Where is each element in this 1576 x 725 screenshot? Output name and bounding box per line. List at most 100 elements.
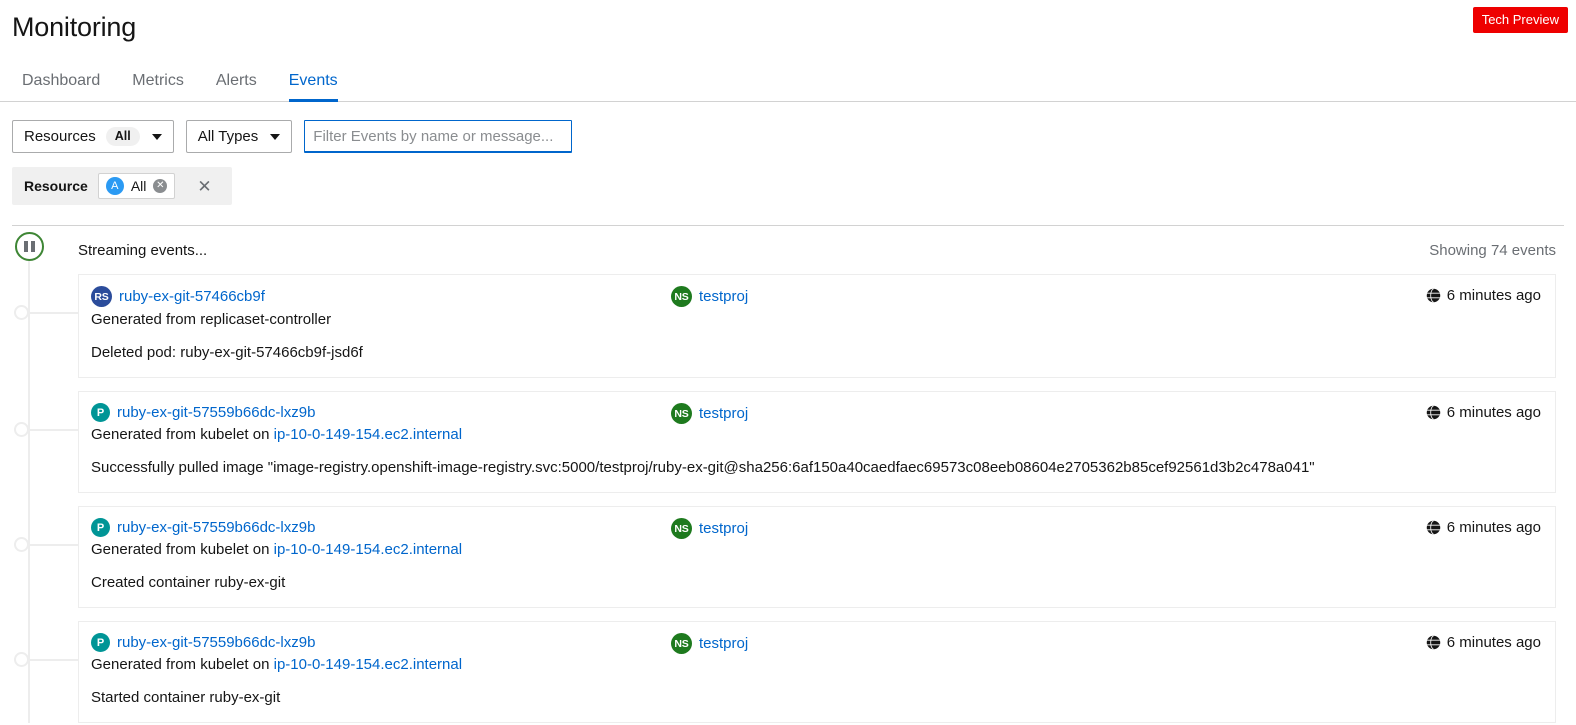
resources-dropdown-count: All xyxy=(105,127,140,146)
event-message: Successfully pulled image "image-registr… xyxy=(91,459,1315,476)
pod-kind-icon: P xyxy=(91,403,110,422)
resources-dropdown[interactable]: Resources All xyxy=(12,120,174,153)
tab-alerts[interactable]: Alerts xyxy=(200,72,273,101)
event-subject: P ruby-ex-git-57559b66dc-lxz9b Generated… xyxy=(91,403,671,445)
event-source-text: Generated from kubelet on xyxy=(91,656,274,673)
event-namespace: NS testproj xyxy=(671,403,1426,424)
stream-header: Streaming events... Showing 74 events xyxy=(0,226,1576,274)
timeline-connector xyxy=(29,429,78,431)
event-namespace: NS testproj xyxy=(671,286,1426,307)
event-namespace-link[interactable]: testproj xyxy=(699,288,748,305)
event-time-text: 6 minutes ago xyxy=(1446,519,1541,536)
event-namespace-line: NS testproj xyxy=(671,633,1426,654)
event-source: Generated from replicaset-controller xyxy=(91,310,671,330)
event-subject-line: P ruby-ex-git-57559b66dc-lxz9b xyxy=(91,518,671,537)
event-message: Deleted pod: ruby-ex-git-57466cb9f-jsd6f xyxy=(91,344,363,361)
avatar: A xyxy=(105,177,124,195)
event-card-header: RS ruby-ex-git-57466cb9f Generated from … xyxy=(91,286,1541,330)
chip-group-label: Resource xyxy=(24,178,88,194)
globe-icon xyxy=(1426,635,1441,650)
event-message: Created container ruby-ex-git xyxy=(91,574,286,591)
event-subject-line: P ruby-ex-git-57559b66dc-lxz9b xyxy=(91,403,671,422)
namespace-kind-icon: NS xyxy=(671,403,692,424)
event-stream: Streaming events... Showing 74 events RS… xyxy=(0,226,1576,723)
events-list: RS ruby-ex-git-57466cb9f Generated from … xyxy=(0,274,1576,723)
tab-events[interactable]: Events xyxy=(273,72,354,102)
event-time-text: 6 minutes ago xyxy=(1446,634,1541,651)
list-item: P ruby-ex-git-57559b66dc-lxz9b Generated… xyxy=(14,391,1556,493)
chevron-down-icon xyxy=(151,133,162,140)
event-namespace-line: NS testproj xyxy=(671,403,1426,424)
event-namespace-line: NS testproj xyxy=(671,286,1426,307)
filter-chip-label: All xyxy=(130,178,147,194)
event-card-header: P ruby-ex-git-57559b66dc-lxz9b Generated… xyxy=(91,633,1541,675)
event-timestamp: 6 minutes ago xyxy=(1426,403,1541,421)
types-dropdown[interactable]: All Types xyxy=(185,120,293,153)
globe-icon xyxy=(1426,405,1441,420)
event-card[interactable]: P ruby-ex-git-57559b66dc-lxz9b Generated… xyxy=(78,506,1556,608)
timeline-rail xyxy=(28,260,30,723)
event-namespace-link[interactable]: testproj xyxy=(699,520,748,537)
clear-all-filters-button[interactable]: ✕ xyxy=(185,178,223,195)
globe-icon xyxy=(1426,520,1441,535)
event-time-text: 6 minutes ago xyxy=(1446,404,1541,421)
event-timestamp: 6 minutes ago xyxy=(1426,286,1541,304)
event-source-text: Generated from kubelet on xyxy=(91,541,274,558)
status-badge: Tech Preview xyxy=(1472,7,1568,33)
event-resource-link[interactable]: ruby-ex-git-57559b66dc-lxz9b xyxy=(117,519,315,536)
event-namespace-link[interactable]: testproj xyxy=(699,635,748,652)
event-resource-link[interactable]: ruby-ex-git-57466cb9f xyxy=(119,288,265,305)
event-source: Generated from kubelet on ip-10-0-149-15… xyxy=(91,655,671,675)
event-namespace-link[interactable]: testproj xyxy=(699,405,748,422)
event-message: Started container ruby-ex-git xyxy=(91,689,281,706)
chevron-down-icon xyxy=(270,133,281,140)
event-card[interactable]: RS ruby-ex-git-57466cb9f Generated from … xyxy=(78,274,1556,378)
list-item: RS ruby-ex-git-57466cb9f Generated from … xyxy=(14,274,1556,378)
event-resource-link[interactable]: ruby-ex-git-57559b66dc-lxz9b xyxy=(117,634,315,651)
timeline-node xyxy=(14,652,29,667)
event-namespace: NS testproj xyxy=(671,518,1426,539)
event-time-text: 6 minutes ago xyxy=(1446,287,1541,304)
event-source-node-link[interactable]: ip-10-0-149-154.ec2.internal xyxy=(274,656,462,673)
timeline-node xyxy=(14,537,29,552)
event-namespace: NS testproj xyxy=(671,633,1426,654)
event-card[interactable]: P ruby-ex-git-57559b66dc-lxz9b Generated… xyxy=(78,621,1556,723)
list-item: P ruby-ex-git-57559b66dc-lxz9b Generated… xyxy=(14,506,1556,608)
list-item: P ruby-ex-git-57559b66dc-lxz9b Generated… xyxy=(14,621,1556,723)
timeline-node xyxy=(14,305,29,320)
event-timestamp: 6 minutes ago xyxy=(1426,633,1541,651)
pause-icon[interactable] xyxy=(15,232,44,261)
types-dropdown-label: All Types xyxy=(197,128,259,145)
replicaset-kind-icon: RS xyxy=(91,286,112,307)
event-source: Generated from kubelet on ip-10-0-149-15… xyxy=(91,425,671,445)
namespace-kind-icon: NS xyxy=(671,633,692,654)
event-card[interactable]: P ruby-ex-git-57559b66dc-lxz9b Generated… xyxy=(78,391,1556,493)
timeline-node xyxy=(14,422,29,437)
timeline-connector xyxy=(29,659,78,661)
stream-status-text: Streaming events... xyxy=(78,241,208,259)
event-card-header: P ruby-ex-git-57559b66dc-lxz9b Generated… xyxy=(91,403,1541,445)
resources-dropdown-label: Resources xyxy=(24,128,96,145)
event-card-header: P ruby-ex-git-57559b66dc-lxz9b Generated… xyxy=(91,518,1541,560)
page-title: Monitoring xyxy=(12,12,137,42)
pod-kind-icon: P xyxy=(91,633,110,652)
filter-chip-all[interactable]: A All ✕ xyxy=(97,173,176,199)
filter-row: Resources All All Types xyxy=(12,120,1564,153)
event-source-node-link[interactable]: ip-10-0-149-154.ec2.internal xyxy=(274,541,462,558)
page-header: Monitoring Tech Preview xyxy=(0,0,1576,58)
close-icon[interactable]: ✕ xyxy=(153,179,168,193)
tab-bar: Dashboard Metrics Alerts Events xyxy=(0,58,1576,102)
filter-events-input[interactable] xyxy=(304,120,573,153)
event-subject-line: P ruby-ex-git-57559b66dc-lxz9b xyxy=(91,633,671,652)
namespace-kind-icon: NS xyxy=(671,518,692,539)
event-source-text: Generated from replicaset-controller xyxy=(91,311,332,328)
tab-metrics[interactable]: Metrics xyxy=(116,72,200,101)
globe-icon xyxy=(1426,288,1441,303)
tab-dashboard[interactable]: Dashboard xyxy=(6,72,116,101)
event-source: Generated from kubelet on ip-10-0-149-15… xyxy=(91,540,671,560)
active-filter-chips: Resource A All ✕ ✕ xyxy=(12,167,232,205)
event-resource-link[interactable]: ruby-ex-git-57559b66dc-lxz9b xyxy=(117,404,315,421)
event-timestamp: 6 minutes ago xyxy=(1426,518,1541,536)
event-source-node-link[interactable]: ip-10-0-149-154.ec2.internal xyxy=(274,426,462,443)
event-subject-line: RS ruby-ex-git-57466cb9f xyxy=(91,286,671,307)
